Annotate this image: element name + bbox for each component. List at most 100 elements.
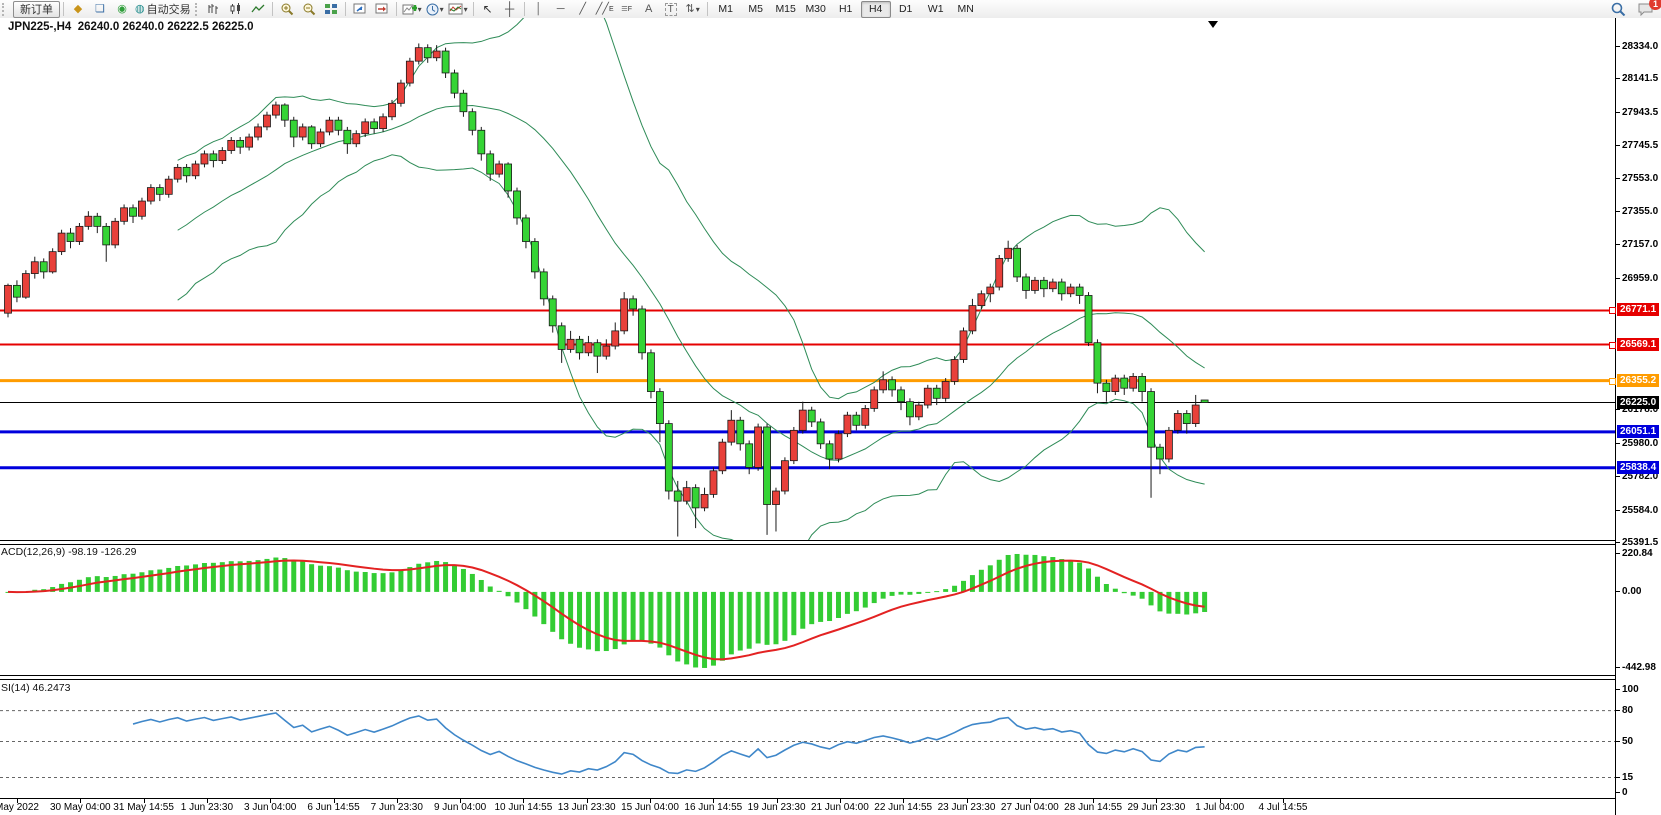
bear-candle bbox=[665, 424, 672, 491]
macd-histogram-bar bbox=[952, 586, 957, 592]
macd-histogram-bar bbox=[175, 566, 180, 592]
bear-candle bbox=[674, 491, 681, 501]
horizontal-line-icon[interactable]: ─ bbox=[550, 1, 572, 17]
fibonacci-icon[interactable]: ≡F bbox=[616, 1, 638, 17]
timeframe-button-m1[interactable]: M1 bbox=[711, 1, 741, 18]
bear-candle bbox=[1121, 378, 1128, 388]
bear-candle bbox=[1014, 248, 1021, 277]
macd-histogram-bar bbox=[1024, 555, 1029, 592]
bull-candle bbox=[255, 127, 262, 137]
bear-candle bbox=[817, 422, 824, 444]
bull-candle bbox=[951, 360, 958, 382]
bull-candle bbox=[612, 331, 619, 346]
macd-histogram-bar bbox=[1175, 592, 1180, 614]
bear-candle bbox=[1023, 277, 1030, 290]
bull-candle bbox=[862, 408, 869, 425]
charts-window-icon[interactable]: ❏ bbox=[89, 1, 111, 17]
macd-histogram-bar bbox=[586, 592, 591, 650]
bull-candle bbox=[987, 287, 994, 294]
macd-histogram-bar bbox=[148, 570, 153, 592]
macd-histogram-bar bbox=[1095, 577, 1100, 592]
time-axis[interactable]: May 202230 May 04:0031 May 14:551 Jun 23… bbox=[0, 798, 1615, 815]
candlestick-chart-icon[interactable] bbox=[225, 1, 247, 17]
timeframe-group: M1M5M15M30H1H4D1W1MN bbox=[711, 1, 981, 18]
bull-candle bbox=[317, 132, 324, 144]
bear-candle bbox=[13, 285, 20, 297]
time-axis-label: 19 Jun 23:30 bbox=[748, 802, 806, 813]
chat-icon[interactable]: 1 bbox=[1635, 1, 1657, 17]
tile-windows-icon[interactable] bbox=[320, 1, 342, 17]
text-label-icon[interactable]: T bbox=[660, 1, 682, 17]
rsi-panel-canvas[interactable] bbox=[0, 680, 1615, 798]
bear-candle bbox=[808, 410, 815, 422]
macd-histogram-bar bbox=[452, 565, 457, 592]
bull-candle bbox=[942, 381, 949, 398]
search-icon[interactable] bbox=[1607, 1, 1629, 17]
time-axis-label: 29 Jun 23:30 bbox=[1127, 802, 1185, 813]
macd-panel-canvas[interactable] bbox=[0, 545, 1615, 675]
price-level-label: 26771.1 bbox=[1617, 303, 1659, 316]
bear-candle bbox=[290, 120, 297, 137]
bear-candle bbox=[853, 415, 860, 425]
templates-icon[interactable]: ▾ bbox=[446, 1, 470, 17]
time-axis-label: 16 Jun 14:55 bbox=[684, 802, 742, 813]
auto-trading-button[interactable]: ◍ 自动交易 bbox=[133, 1, 193, 17]
time-axis-label: 1 Jul 04:00 bbox=[1195, 802, 1244, 813]
new-order-button[interactable]: 新订单 bbox=[13, 1, 60, 18]
arrows-icon[interactable]: ⇅▾ bbox=[682, 1, 704, 17]
bollinger-upper-band bbox=[178, 18, 1205, 399]
bear-candle bbox=[1139, 376, 1146, 391]
chart-shift-marker-icon[interactable] bbox=[1208, 21, 1218, 28]
toolbar-separator bbox=[707, 2, 708, 16]
main-chart-canvas[interactable] bbox=[0, 18, 1615, 540]
market-watch-icon[interactable]: ◆ bbox=[67, 1, 89, 17]
cursor-icon[interactable]: ↖ bbox=[477, 1, 499, 17]
macd-histogram-bar bbox=[157, 570, 162, 592]
timeframe-button-m15[interactable]: M15 bbox=[771, 1, 801, 18]
timeframe-button-h1[interactable]: H1 bbox=[831, 1, 861, 18]
timeframe-clock-icon[interactable]: ▾ bbox=[424, 1, 446, 17]
equidistant-channel-icon[interactable]: ╱╱E bbox=[594, 1, 616, 17]
toolbar-separator bbox=[396, 2, 397, 16]
macd-histogram-bar bbox=[1113, 589, 1118, 592]
price-level-label: 26569.1 bbox=[1617, 338, 1659, 351]
timeframe-button-m30[interactable]: M30 bbox=[801, 1, 831, 18]
macd-histogram-bar bbox=[1193, 592, 1198, 613]
timeframe-button-mn[interactable]: MN bbox=[951, 1, 981, 18]
macd-histogram-bar bbox=[389, 572, 394, 592]
signals-icon[interactable]: ◉ bbox=[111, 1, 133, 17]
add-indicator-icon[interactable]: ▾ bbox=[400, 1, 424, 17]
trendline-icon[interactable]: ╱ bbox=[572, 1, 594, 17]
bar-chart-icon[interactable] bbox=[203, 1, 225, 17]
bull-candle bbox=[1130, 376, 1137, 388]
arrange-charts-icon[interactable] bbox=[349, 1, 371, 17]
macd-histogram-bar bbox=[711, 592, 716, 666]
chart-shift-icon[interactable] bbox=[371, 1, 393, 17]
timeframe-button-h4[interactable]: H4 bbox=[861, 1, 891, 18]
timeframe-button-w1[interactable]: W1 bbox=[921, 1, 951, 18]
bear-candle bbox=[237, 140, 244, 147]
zoom-out-icon[interactable] bbox=[298, 1, 320, 17]
text-icon[interactable]: A bbox=[638, 1, 660, 17]
macd-histogram-bar bbox=[657, 592, 662, 648]
bear-candle bbox=[1103, 383, 1110, 391]
bear-candle bbox=[1148, 392, 1155, 448]
macd-histogram-bar bbox=[979, 570, 984, 592]
price-level-label: 26051.1 bbox=[1617, 425, 1659, 438]
line-chart-icon[interactable] bbox=[247, 1, 269, 17]
timeframe-button-m5[interactable]: M5 bbox=[741, 1, 771, 18]
crosshair-icon[interactable]: ┼ bbox=[499, 1, 521, 17]
bear-candle bbox=[451, 73, 458, 93]
vertical-line-icon[interactable]: │ bbox=[528, 1, 550, 17]
macd-histogram-bar bbox=[738, 592, 743, 651]
macd-histogram-bar bbox=[684, 592, 689, 665]
price-level-label: 25838.4 bbox=[1617, 461, 1659, 474]
zoom-in-icon[interactable] bbox=[276, 1, 298, 17]
macd-histogram-bar bbox=[907, 592, 912, 595]
price-axis[interactable]: 28334.028141.527943.527745.527553.027355… bbox=[1615, 18, 1661, 815]
timeframe-button-d1[interactable]: D1 bbox=[891, 1, 921, 18]
auto-trading-label: 自动交易 bbox=[147, 1, 191, 17]
bull-candle bbox=[978, 294, 985, 306]
macd-histogram-bar bbox=[282, 558, 287, 592]
toolbar-grip bbox=[2, 3, 8, 16]
